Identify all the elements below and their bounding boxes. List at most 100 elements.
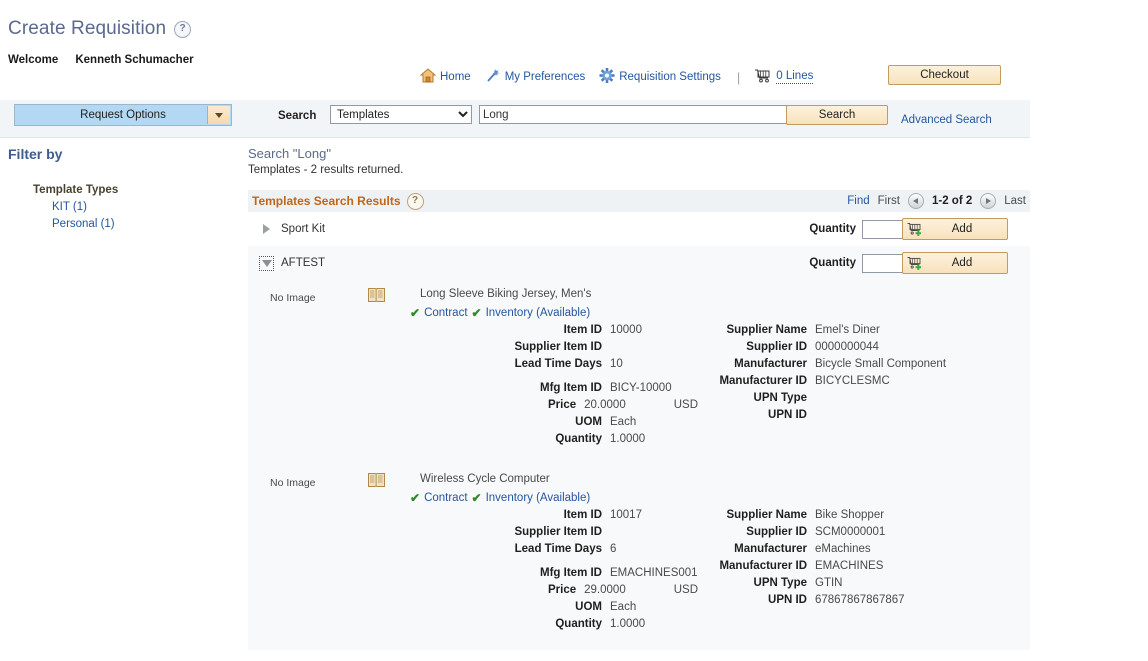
- check-icon: ✔: [410, 491, 421, 505]
- contract-link[interactable]: Contract: [424, 307, 467, 319]
- item-badges: ✔ Contract ✔ Inventory (Available): [410, 492, 590, 504]
- inventory-link[interactable]: Inventory (Available): [486, 492, 591, 504]
- field-item-id: Item ID 10017: [498, 509, 698, 526]
- nav-label-my-preferences: My Preferences: [504, 71, 586, 83]
- results-panel: Search "Long" Templates - 2 results retu…: [248, 146, 1030, 650]
- filter-link-kit[interactable]: KIT (1): [0, 201, 240, 213]
- contract-link[interactable]: Contract: [424, 492, 467, 504]
- find-link[interactable]: Find: [847, 195, 869, 207]
- field-label: Supplier Name: [726, 509, 807, 521]
- field-label: Price: [548, 399, 577, 411]
- field-mfg-item-id: Mfg Item ID BICY-10000: [498, 382, 698, 399]
- field-value: Emel's Diner: [815, 324, 880, 336]
- quantity-group: Quantity Add: [809, 252, 1008, 274]
- search-input[interactable]: [479, 105, 787, 124]
- add-button[interactable]: Add: [902, 252, 1008, 274]
- chevron-down-icon[interactable]: [259, 255, 274, 271]
- field-label: Quantity: [555, 433, 602, 445]
- field-label: Manufacturer: [734, 543, 807, 555]
- field-supplier-item-id: Supplier Item ID: [498, 526, 698, 543]
- field-upn-type: UPN Type: [703, 392, 1003, 409]
- nav-item-cart[interactable]: 0 Lines: [754, 68, 814, 86]
- template-row[interactable]: Sport Kit Quantity Add: [248, 212, 1030, 246]
- field-value: 6: [610, 543, 617, 555]
- next-arrow-icon[interactable]: [980, 193, 997, 209]
- field-value: 29.0000: [584, 584, 626, 596]
- field-mfg-item-id: Mfg Item ID EMACHINES001: [498, 567, 698, 584]
- field-value: 10017: [610, 509, 642, 521]
- field-label: Supplier Item ID: [514, 526, 602, 538]
- item-right-fields: Supplier Name Emel's Diner Supplier ID 0…: [703, 324, 1003, 426]
- add-button-label: Add: [951, 223, 973, 235]
- search-button[interactable]: Search: [786, 105, 888, 125]
- inventory-link[interactable]: Inventory (Available): [486, 307, 591, 319]
- template-row[interactable]: AFTEST Quantity Add: [248, 246, 1030, 280]
- advanced-search-link[interactable]: Advanced Search: [901, 114, 992, 126]
- item-left-fields: Item ID 10000 Supplier Item ID Lead Time…: [498, 324, 698, 450]
- field-label: Item ID: [563, 324, 602, 336]
- field-label: UOM: [575, 601, 602, 613]
- field-uom: UOM Each: [498, 601, 698, 618]
- request-options-button[interactable]: Request Options: [14, 104, 232, 126]
- request-options-label: Request Options: [80, 109, 166, 121]
- quantity-label: Quantity: [809, 223, 856, 235]
- field-label: Supplier Name: [726, 324, 807, 336]
- field-label: Manufacturer: [734, 358, 807, 370]
- field-lead-time-days: Lead Time Days 6: [498, 543, 698, 560]
- cart-lines-link[interactable]: 0 Lines: [776, 70, 814, 84]
- field-value: BICYCLESMC: [815, 375, 890, 387]
- nav-label-home: Home: [440, 71, 471, 83]
- field-quantity: Quantity 1.0000: [498, 433, 698, 450]
- field-label: UPN Type: [753, 577, 807, 589]
- page-title: Create Requisition: [8, 18, 167, 39]
- field-value: EMACHINES: [815, 560, 884, 572]
- field-supplier-id: Supplier ID SCM0000001: [703, 526, 1003, 543]
- field-upn-id: UPN ID: [703, 409, 1003, 426]
- last-link[interactable]: Last: [1004, 195, 1026, 207]
- nav-item-requisition-settings[interactable]: Requisition Settings: [599, 68, 721, 86]
- field-label: UPN ID: [768, 594, 807, 606]
- field-value: 10000: [610, 324, 642, 336]
- chevron-down-icon[interactable]: [207, 106, 230, 124]
- top-navigation: Home My Preferences Requisition Settings…: [419, 66, 821, 88]
- field-label: Supplier ID: [746, 341, 807, 353]
- item-right-fields: Supplier Name Bike Shopper Supplier ID S…: [703, 509, 1003, 611]
- field-manufacturer-id: Manufacturer ID BICYCLESMC: [703, 375, 1003, 392]
- help-icon[interactable]: ?: [174, 20, 192, 38]
- field-value: 10: [610, 358, 623, 370]
- item-left-fields: Item ID 10017 Supplier Item ID Lead Time…: [498, 509, 698, 635]
- book-icon[interactable]: [368, 473, 385, 487]
- nav-item-home[interactable]: Home: [419, 68, 471, 86]
- field-label: Quantity: [555, 618, 602, 630]
- page-header: Create Requisition ?: [0, 0, 1148, 40]
- item-name: Wireless Cycle Computer: [420, 473, 550, 485]
- chevron-right-icon[interactable]: [260, 223, 273, 236]
- field-value: eMachines: [815, 543, 871, 555]
- field-item-id: Item ID 10000: [498, 324, 698, 341]
- checkout-button[interactable]: Checkout: [888, 65, 1001, 85]
- no-image-label: No Image: [270, 292, 316, 304]
- grid-help-icon[interactable]: ?: [406, 192, 424, 210]
- cart-add-icon: [907, 222, 923, 236]
- field-price: Price 29.0000 USD: [498, 584, 698, 601]
- field-value: Each: [610, 416, 637, 428]
- results-range: 1-2 of 2: [931, 195, 973, 207]
- nav-item-my-preferences[interactable]: My Preferences: [485, 68, 586, 86]
- first-link[interactable]: First: [878, 195, 900, 207]
- template-name: AFTEST: [281, 257, 326, 269]
- prev-arrow-icon[interactable]: [907, 193, 924, 209]
- filter-link-personal[interactable]: Personal (1): [0, 218, 240, 230]
- field-value: 20.0000: [584, 399, 626, 411]
- field-label: UPN ID: [768, 409, 807, 421]
- book-icon[interactable]: [368, 288, 385, 302]
- search-type-select[interactable]: Templates: [330, 105, 472, 124]
- add-button-label: Add: [951, 257, 973, 269]
- gear-icon: [599, 68, 615, 86]
- field-value: 0000000044: [815, 341, 879, 353]
- wand-icon: [485, 68, 501, 86]
- add-button[interactable]: Add: [902, 218, 1008, 240]
- no-image-label: No Image: [270, 477, 316, 489]
- field-value: GTIN: [815, 577, 843, 589]
- shopping-cart-icon: [754, 68, 772, 86]
- field-manufacturer: Manufacturer Bicycle Small Component: [703, 358, 1003, 375]
